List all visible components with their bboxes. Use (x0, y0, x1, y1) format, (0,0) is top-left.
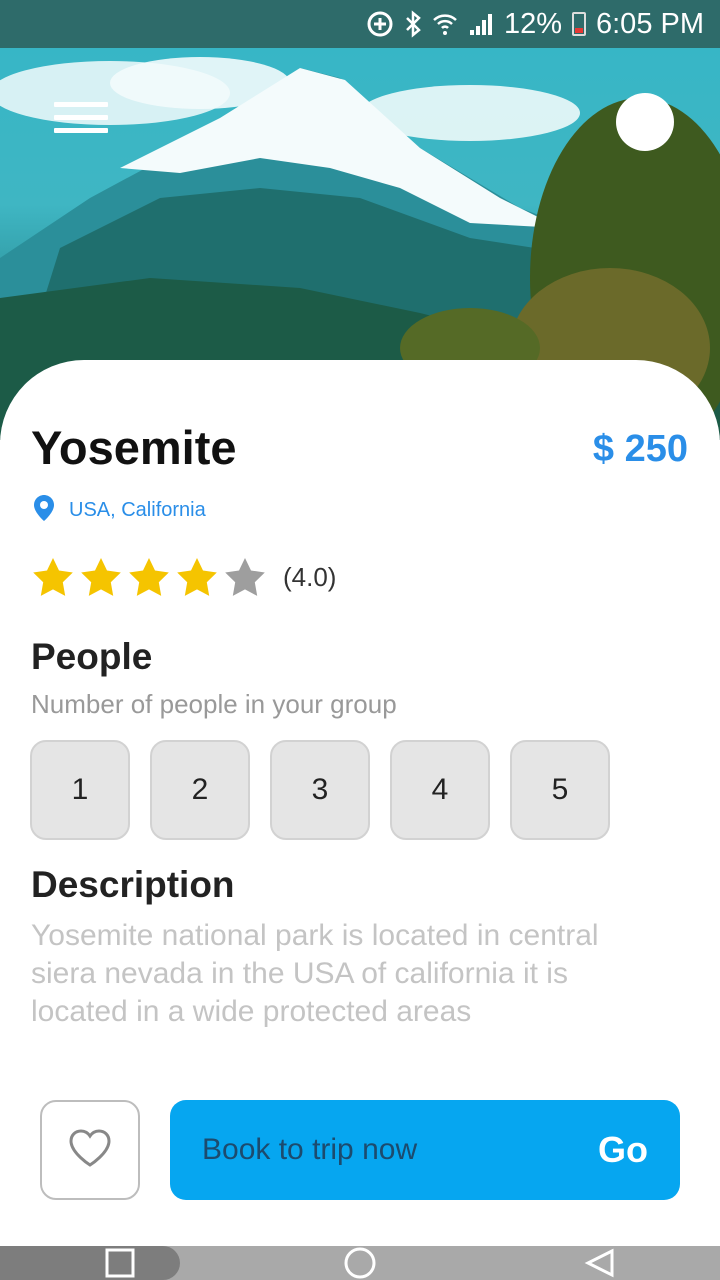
heart-icon (68, 1128, 112, 1173)
bluetooth-icon (404, 10, 422, 38)
location-text: USA, California (69, 499, 206, 521)
system-nav-bar (0, 1246, 720, 1280)
book-label: Book to trip now (202, 1133, 418, 1166)
signal-icon (468, 11, 494, 37)
data-saver-icon (366, 10, 394, 38)
people-option-3[interactable]: 3 (270, 740, 370, 840)
favorite-button[interactable] (40, 1100, 140, 1200)
hamburger-icon[interactable] (54, 102, 108, 138)
people-option-1[interactable]: 1 (30, 740, 130, 840)
place-title: Yosemite (31, 421, 237, 474)
description-title: Description (31, 864, 235, 905)
status-bar: 12% 6:05 PM (0, 0, 720, 48)
people-options: 1 2 3 4 5 (30, 740, 610, 840)
rating-text: (4.0) (283, 561, 337, 592)
people-option-2[interactable]: 2 (150, 740, 250, 840)
wifi-icon (432, 11, 458, 37)
go-label: Go (598, 1129, 648, 1170)
rating: (4.0) (31, 556, 336, 598)
star-filled-icon (129, 558, 169, 596)
star-filled-icon (81, 558, 121, 596)
battery-icon (572, 12, 586, 36)
description-text: Yosemite national park is located in cen… (31, 919, 599, 1028)
recents-icon[interactable] (90, 1246, 150, 1280)
battery-percent: 12% (503, 7, 562, 40)
people-option-5[interactable]: 5 (510, 740, 610, 840)
people-title: People (31, 636, 153, 677)
rating-stars (31, 556, 267, 598)
location: USA, California (33, 494, 206, 527)
star-empty-icon (225, 558, 265, 596)
star-filled-icon (33, 558, 73, 596)
back-icon[interactable] (570, 1246, 630, 1280)
place-price: $ 250 (592, 428, 688, 470)
people-option-4[interactable]: 4 (390, 740, 490, 840)
book-trip-button[interactable]: Book to trip now Go (170, 1100, 680, 1200)
home-icon[interactable] (330, 1246, 390, 1280)
people-subtitle: Number of people in your group (31, 689, 397, 719)
avatar[interactable] (616, 93, 674, 151)
location-pin-icon (33, 494, 55, 527)
clock: 6:05 PM (596, 7, 704, 40)
star-filled-icon (177, 558, 217, 596)
